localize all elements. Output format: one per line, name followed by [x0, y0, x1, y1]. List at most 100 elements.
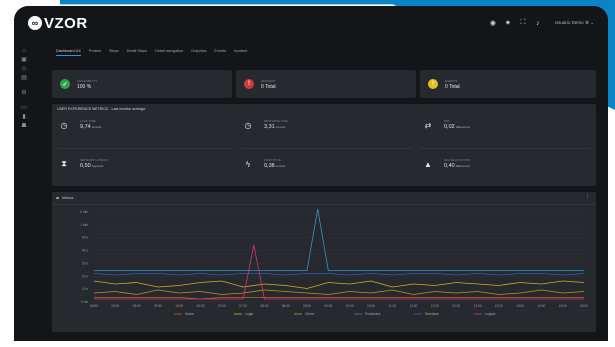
user-menu[interactable]: Usuario Demo ⚙ ⌄: [555, 20, 594, 26]
top-bar: ∞ VZOR ◉ ✷ ⛶ ♪ Usuario Demo ⚙ ⌄: [14, 6, 608, 40]
legend-label[interactable]: Logout: [485, 312, 495, 316]
line-chart: 5 min 1 min 50 s 40 s 30 s 20 s 10 s 0 ms 08:00…: [80, 208, 588, 316]
legend-label[interactable]: Login: [245, 312, 253, 316]
x-tick-label: 08:00: [90, 304, 98, 308]
tab-steps[interactable]: Steps: [109, 49, 119, 56]
kebab-menu-icon[interactable]: ⋮: [585, 194, 590, 200]
series-line-login: [93, 280, 585, 289]
lock-icon: ▲: [424, 159, 432, 169]
report-icon: ▤: [21, 75, 27, 81]
x-tick-label: 07:30: [239, 304, 247, 308]
series-line-cierre: [93, 289, 585, 295]
check-icon: ✓: [60, 79, 70, 89]
metrics-title: USER EXPERIENCE METRICS - Last monitor a…: [57, 107, 146, 111]
x-tick-label: 08:30: [282, 304, 290, 308]
metric-load-time: ◷ LOAD TIME 9,74seconds: [58, 120, 228, 130]
sidebar-item-reports[interactable]: ▤ ›: [17, 73, 33, 82]
y-tick-label: 5 min: [80, 210, 88, 214]
metric-dns: ⇄ DNS 0,02Milliseconds: [422, 120, 592, 130]
logo-mark-icon: ∞: [28, 16, 42, 30]
x-tick-label: 11:30: [410, 304, 418, 308]
tab-probes[interactable]: Probes: [89, 49, 101, 56]
legend-label[interactable]: Home: [185, 312, 194, 316]
sidebar-item-users[interactable]: ☗ ›: [17, 121, 33, 130]
kpi-label: EVENTS: [445, 78, 458, 83]
y-tick-label: 30 s: [82, 261, 88, 265]
x-tick-label: 10:00: [346, 304, 354, 308]
legend-label[interactable]: Servicios: [425, 312, 439, 316]
legend-label[interactable]: Productos: [365, 312, 381, 316]
file-icon: ▮: [22, 114, 26, 120]
exclamation-icon: !: [428, 79, 438, 89]
sidebar-item-files[interactable]: ▮ ›: [17, 112, 33, 121]
y-tick-label: 10 s: [82, 287, 88, 291]
kpi-availability-card[interactable]: ✓ AVAILABILITY 100 %: [52, 70, 232, 98]
users-icon: ☗: [21, 123, 27, 129]
x-tick-label: 15:00: [559, 304, 567, 308]
series-line-logout: [94, 244, 584, 300]
x-tick-label: 09:00: [133, 304, 141, 308]
transfer-arrows-icon: ⇄: [424, 120, 432, 130]
x-tick-label: 08:00: [260, 304, 268, 308]
x-tick-label: 14:30: [537, 304, 545, 308]
x-tick-label: 11:00: [388, 304, 396, 308]
kpi-label: AVAILABILITY: [77, 78, 98, 83]
globe-icon[interactable]: ◉: [489, 19, 497, 27]
tab-graphics[interactable]: Graphics: [191, 49, 206, 56]
x-tick-label: 07:00: [218, 304, 226, 308]
tab-dashboard-ux[interactable]: Dashboard UX: [56, 49, 81, 56]
sidebar-item-messages[interactable]: ▭ ›: [17, 103, 33, 112]
sidebar-item-home[interactable]: ⌂ ›: [17, 46, 33, 55]
probe-icon: ▣: [21, 57, 27, 63]
sun-icon[interactable]: ✷: [504, 19, 512, 27]
chart-icon: ▰: [56, 195, 60, 200]
metric-ssl-negotiation: ▲ SSL NEGOTIATION 0,40Milliseconds: [422, 159, 592, 169]
lightning-icon: ϟ: [245, 159, 251, 169]
clock-icon: ◷: [244, 120, 252, 130]
metrics-divider: [242, 148, 412, 149]
x-tick-label: 13:00: [473, 304, 481, 308]
sidebar: ⌂ › ▣ › ◇ › ▤ › ⚙ › ▭ › ▮ › ☗ ›: [14, 40, 36, 347]
chart-title: Infoxxx: [62, 195, 74, 200]
x-tick-label: 08:30: [111, 304, 119, 308]
tab-incident[interactable]: Incident: [234, 49, 247, 56]
x-tick-label: 09:30: [324, 304, 332, 308]
y-tick-label: 0 ms: [81, 300, 88, 304]
y-tick-label: 40 s: [82, 249, 88, 253]
sidebar-item-monitor[interactable]: ◇ ›: [17, 64, 33, 73]
logo-text: VZOR: [44, 14, 88, 32]
main-content: Dashboard UX Probes Steps Detail Steps D…: [44, 40, 602, 341]
fullscreen-icon[interactable]: ⛶: [519, 19, 527, 27]
monitor-icon: ◇: [21, 66, 27, 72]
x-tick-label: 12:00: [431, 304, 439, 308]
kpi-incident-card[interactable]: ! INCIDENT 0 Total: [236, 70, 416, 98]
x-tick-label: 06:30: [197, 304, 205, 308]
x-tick-label: 09:00: [303, 304, 311, 308]
kpi-events-card[interactable]: ! EVENTS 0 Total: [420, 70, 596, 98]
home-icon: ⌂: [22, 47, 26, 54]
metrics-divider: [420, 148, 590, 149]
metric-first-byte: ϟ FIRST BYTE 0,38seconds: [242, 159, 412, 169]
top-tools: ◉ ✷ ⛶ ♪ Usuario Demo ⚙ ⌄: [489, 19, 594, 27]
series-line-productos: [94, 208, 584, 271]
sidebar-item-settings[interactable]: ⚙ ›: [17, 88, 33, 97]
kpi-value: 0 Total: [445, 83, 460, 90]
x-tick-label: 14:00: [516, 304, 524, 308]
tab-bar: Dashboard UX Probes Steps Detail Steps D…: [56, 49, 247, 56]
tab-detail-navigation[interactable]: Detail navigation: [155, 49, 183, 56]
sidebar-item-probes[interactable]: ▣ ›: [17, 55, 33, 64]
metrics-card: USER EXPERIENCE METRICS - Last monitor a…: [52, 104, 596, 186]
tab-detail-steps[interactable]: Detail Steps: [127, 49, 147, 56]
x-tick-label: 10:30: [367, 304, 375, 308]
logo[interactable]: ∞ VZOR: [28, 15, 88, 32]
bell-icon[interactable]: ♪: [534, 20, 542, 27]
clock-icon: ◷: [60, 120, 68, 130]
settings-icon: ⚙: [21, 90, 27, 96]
x-tick-label: 15:30: [580, 304, 588, 308]
series-line-servicios: [93, 273, 585, 276]
legend-label[interactable]: Cierre: [305, 312, 314, 316]
kpi-value: 0 Total: [261, 83, 276, 90]
x-tick-label: 12:30: [452, 304, 460, 308]
x-tick-label: 09:30: [154, 304, 162, 308]
tab-events[interactable]: Events: [214, 49, 226, 56]
